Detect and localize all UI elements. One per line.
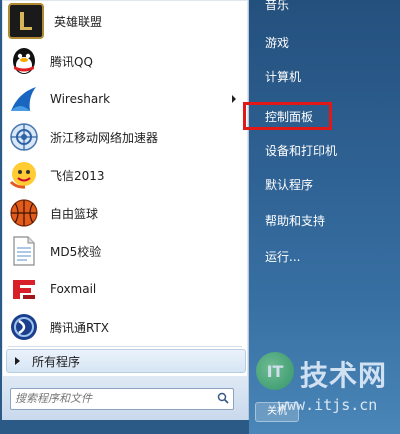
program-item-wireshark[interactable]: Wireshark — [4, 80, 244, 118]
program-item-rtx[interactable]: 腾讯通RTX — [4, 308, 244, 346]
program-label: 自由篮球 — [50, 206, 99, 221]
program-item-league-of-legends[interactable]: 英雄联盟 — [4, 2, 244, 40]
program-item-network-accelerator[interactable]: 浙江移动网络加速器 — [4, 118, 244, 156]
program-label: MD5校验 — [50, 244, 102, 259]
program-item-qq[interactable]: 腾讯QQ — [4, 42, 244, 80]
program-label: 英雄联盟 — [54, 14, 103, 29]
program-label: 飞信2013 — [50, 168, 105, 183]
program-item-foxmail[interactable]: Foxmail — [4, 270, 244, 308]
triangle-right-icon — [15, 357, 20, 365]
watermark-url: www.itjs.cn — [278, 396, 378, 414]
search-box[interactable] — [10, 388, 234, 410]
place-item-default-programs[interactable]: 默认程序 — [257, 172, 395, 196]
rtx-icon — [8, 311, 40, 343]
separator — [8, 346, 242, 347]
place-item-computer[interactable]: 计算机 — [257, 64, 395, 88]
place-item-games[interactable]: 游戏 — [257, 30, 395, 54]
watermark-logo-icon: IT — [256, 352, 294, 390]
program-label: Wireshark — [50, 92, 111, 106]
place-label: 设备和打印机 — [265, 143, 338, 158]
program-label: 腾讯通RTX — [50, 320, 110, 335]
league-of-legends-icon — [8, 3, 44, 39]
all-programs-label: 所有程序 — [32, 354, 81, 369]
program-label: 腾讯QQ — [50, 54, 93, 69]
place-label: 计算机 — [265, 69, 302, 84]
search-area — [2, 376, 248, 420]
document-icon — [8, 235, 40, 267]
place-label: 运行... — [265, 249, 301, 264]
basketball-icon — [8, 197, 40, 229]
foxmail-icon — [8, 273, 40, 305]
magnifier-icon[interactable] — [215, 390, 231, 406]
highlight-box — [243, 102, 332, 130]
qq-penguin-icon — [8, 45, 40, 77]
place-item-run[interactable]: 运行... — [257, 244, 395, 268]
place-item-devices-printers[interactable]: 设备和打印机 — [257, 138, 395, 162]
program-item-fetion[interactable]: 飞信2013 — [4, 156, 244, 194]
program-item-basketball[interactable]: 自由篮球 — [4, 194, 244, 232]
place-item-help-support[interactable]: 帮助和支持 — [257, 208, 395, 232]
start-menu: 英雄联盟 腾讯QQ Wireshark 浙江移动网络加速器 飞信2013 自由篮… — [0, 0, 400, 434]
place-label: 游戏 — [265, 35, 290, 50]
programs-panel: 英雄联盟 腾讯QQ Wireshark 浙江移动网络加速器 飞信2013 自由篮… — [2, 0, 249, 420]
fetion-icon — [8, 159, 40, 191]
network-accelerator-icon — [8, 121, 40, 153]
place-item-music[interactable]: 音乐 — [257, 0, 395, 16]
program-item-md5[interactable]: MD5校验 — [4, 232, 244, 270]
place-label: 音乐 — [265, 0, 290, 12]
all-programs-button[interactable]: 所有程序 — [6, 349, 246, 373]
watermark: IT 技术网 www.itjs.cn — [256, 352, 398, 424]
submenu-arrow-icon — [232, 95, 236, 103]
place-label: 帮助和支持 — [265, 213, 326, 228]
watermark-text: 技术网 — [300, 359, 388, 392]
place-label: 默认程序 — [265, 177, 314, 192]
program-label: Foxmail — [50, 282, 97, 296]
search-input[interactable] — [15, 391, 205, 405]
program-label: 浙江移动网络加速器 — [50, 130, 159, 145]
wireshark-fin-icon — [8, 83, 40, 115]
